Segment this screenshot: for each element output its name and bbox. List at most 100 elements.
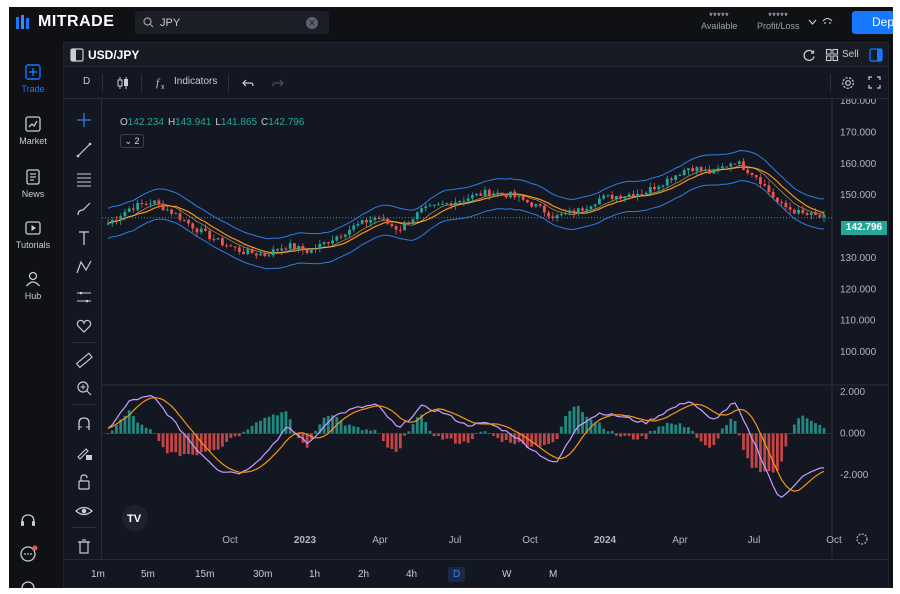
candle-body (445, 203, 449, 205)
zoom-in-icon[interactable] (75, 379, 93, 397)
favorites-heart-icon[interactable] (75, 317, 93, 335)
macd-histogram-bar (729, 418, 733, 434)
macd-histogram-bar (500, 433, 504, 443)
candle-body (492, 193, 495, 196)
macd-histogram-bar (470, 433, 474, 440)
lock-drawing-icon[interactable] (75, 444, 93, 462)
timeframe-4h[interactable]: 4h (401, 567, 422, 582)
visibility-icon[interactable] (822, 17, 833, 25)
candle-body (229, 245, 233, 247)
candle-body (403, 223, 406, 231)
chart-settings-icon[interactable] (841, 76, 855, 90)
layout-grid-icon[interactable] (825, 48, 839, 62)
chat-icon[interactable] (19, 545, 39, 563)
search-input[interactable] (160, 16, 300, 29)
panel-toggle-icon[interactable] (869, 48, 883, 62)
nav-item-trade[interactable]: Trade (9, 63, 57, 94)
candle-body (504, 194, 508, 198)
refresh-icon[interactable] (802, 48, 816, 62)
timeframe-w[interactable]: W (497, 567, 516, 582)
price-chart[interactable]: 180.000170.000160.000150.000140.000130.0… (102, 99, 888, 559)
time-axis-settings-icon[interactable] (856, 533, 868, 545)
sidebar-toggle-icon[interactable] (70, 48, 84, 62)
candle-body (470, 195, 474, 199)
timeframe-30m[interactable]: 30m (248, 567, 277, 582)
candle-body (288, 243, 292, 249)
macd-histogram-bar (670, 423, 673, 434)
candle-body (653, 187, 656, 190)
macd-histogram-bar (428, 430, 432, 434)
timeframe-15m[interactable]: 15m (190, 567, 219, 582)
search-box[interactable]: ✕ (135, 11, 329, 34)
candle-body (593, 204, 597, 207)
clear-search-icon[interactable]: ✕ (306, 16, 318, 29)
interval-selector[interactable]: D (83, 76, 90, 87)
ruler-icon[interactable] (75, 351, 93, 369)
hide-drawings-eye-icon[interactable] (75, 502, 93, 520)
indicators-button[interactable]: Indicators (174, 76, 217, 87)
macd-histogram-bar (157, 433, 161, 441)
timeframe-1h[interactable]: 1h (304, 567, 325, 582)
unlock-icon[interactable] (75, 473, 93, 491)
trash-icon[interactable] (75, 537, 93, 555)
macd-histogram-bar (572, 406, 576, 434)
macd-histogram-bar (178, 433, 182, 457)
time-axis-label: 2023 (294, 535, 317, 546)
candlestick-type-icon[interactable] (117, 76, 129, 90)
chevron-down-icon[interactable] (808, 19, 817, 25)
nav-item-market[interactable]: Market (9, 115, 57, 146)
support-icon[interactable] (19, 512, 37, 530)
fib-lines-icon[interactable] (75, 170, 93, 188)
macd-histogram-bar (627, 433, 631, 436)
candle-body (242, 251, 245, 255)
available-value: ***** (709, 11, 730, 21)
candle-body (691, 168, 695, 172)
candle-body (271, 249, 275, 256)
timeframe-d[interactable]: D (448, 567, 466, 582)
sell-button[interactable]: Sell (842, 49, 859, 60)
macd-histogram-bar (492, 433, 495, 436)
candle-body (407, 223, 411, 225)
macd-histogram-bar (220, 433, 224, 447)
macd-histogram-bar (530, 433, 534, 447)
crosshair-icon[interactable] (75, 111, 93, 129)
timeframe-m[interactable]: M (544, 567, 562, 582)
candle-body (250, 249, 254, 254)
time-axis-label: Oct (222, 535, 238, 546)
candle-body (140, 203, 144, 205)
candle-body (809, 212, 813, 215)
nav-item-news[interactable]: News (9, 168, 57, 199)
undo-icon[interactable] (242, 78, 254, 88)
candle-body (517, 196, 521, 198)
candle-body (263, 253, 267, 256)
macd-histogram-bar (449, 433, 453, 439)
brush-icon[interactable] (75, 200, 93, 218)
macd-histogram-bar (797, 418, 800, 434)
text-tool-icon[interactable] (75, 229, 93, 247)
candle-body (356, 223, 360, 226)
timeframe-2h[interactable]: 2h (353, 567, 374, 582)
magnet-icon[interactable] (75, 415, 93, 433)
nav-item-tutorials[interactable]: Tutorials (9, 219, 57, 250)
pattern-tool-icon[interactable] (75, 258, 93, 276)
logo[interactable]: MITRADE (15, 12, 114, 32)
candle-body (479, 193, 483, 196)
trend-line-icon[interactable] (75, 141, 93, 159)
candle-body (674, 175, 678, 180)
nav-item-hub[interactable]: Hub (9, 270, 57, 301)
indicator-count-toggle[interactable]: ⌄ 2 (120, 134, 144, 148)
candle-body (454, 202, 457, 206)
redo-icon[interactable] (272, 78, 284, 88)
macd-histogram-bar (267, 416, 271, 434)
timeframe-5m[interactable]: 5m (136, 567, 160, 582)
settings-icon[interactable] (19, 579, 37, 588)
candle-body (509, 191, 512, 198)
available-label: Available (701, 21, 738, 31)
forecast-tool-icon[interactable] (75, 288, 93, 306)
candle-body (818, 215, 822, 218)
candle-body (432, 204, 436, 206)
deposit-button[interactable]: Depo (852, 11, 893, 34)
fullscreen-icon[interactable] (868, 76, 881, 89)
candle-body (797, 209, 800, 214)
timeframe-1m[interactable]: 1m (86, 567, 110, 582)
